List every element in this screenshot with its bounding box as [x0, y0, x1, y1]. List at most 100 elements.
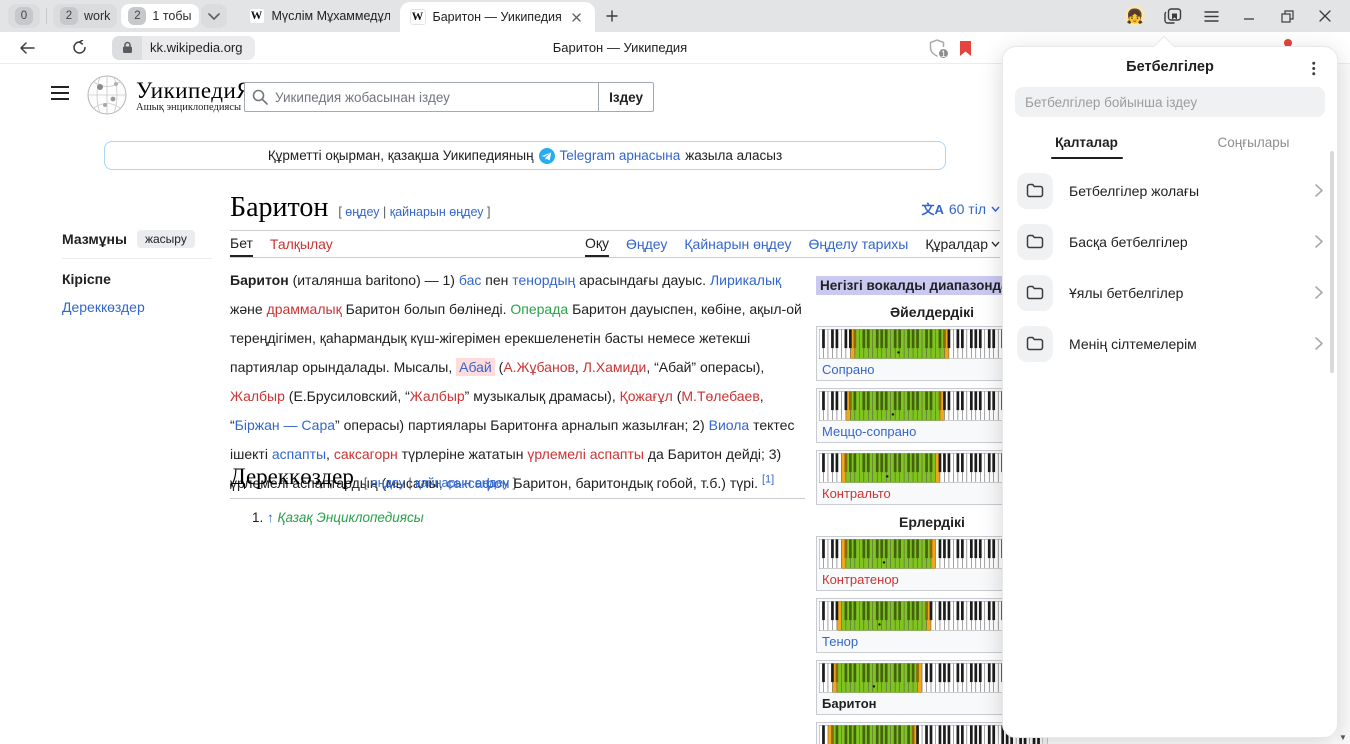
article-link[interactable]: Жалбыр — [230, 388, 285, 404]
article-text: түрлеріне жататын — [398, 446, 528, 462]
article-link[interactable]: Қожағұл — [620, 388, 673, 404]
toc-hide-button[interactable]: жасыру — [137, 230, 195, 248]
wiki-logo[interactable]: УикипедиЯ Ашық энциклопедиясы — [86, 74, 252, 116]
voice-link-Контральто[interactable]: Контральто — [822, 486, 891, 501]
folder-row-Ұялы бетбелгілер[interactable]: Ұялы бетбелгілер — [1003, 267, 1337, 318]
site-security-button[interactable] — [112, 36, 142, 60]
article-link[interactable]: Абай — [456, 358, 495, 376]
article-link[interactable]: Біржан — Сара — [235, 417, 335, 433]
article-link[interactable]: драммалық — [267, 301, 342, 317]
toc-item-Дереккөздер[interactable]: Дереккөздер — [62, 299, 212, 315]
bracket: [ — [364, 476, 371, 490]
url-text: kk.wikipedia.org — [150, 40, 243, 55]
scroll-down-arrow[interactable]: ▼ — [1339, 733, 1347, 742]
reference-backlink[interactable]: ↑ — [267, 510, 274, 525]
browser-window: 02work21 тобы WМүслім Мұхаммедұлы МаWБар… — [0, 0, 1350, 744]
view-tab-Талқылау[interactable]: Талқылау — [270, 234, 333, 257]
view-tab-Оқу[interactable]: Оқу — [585, 234, 609, 257]
article-link[interactable]: Операда — [510, 301, 568, 317]
tab-group-badge: 0 — [15, 7, 33, 25]
view-tab-Құралдар[interactable]: Құралдар — [925, 234, 1000, 257]
language-button[interactable]: 文A 60 тіл — [921, 199, 1000, 218]
browser-menu-button[interactable] — [1196, 3, 1226, 29]
panel-scrollbar-thumb[interactable] — [1330, 151, 1334, 373]
article-link[interactable]: аспапты — [272, 446, 326, 462]
folder-label: Менің сілтемелерім — [1069, 336, 1315, 352]
bookmarks-tab-Қалталар[interactable]: Қалталар — [1003, 127, 1170, 159]
restore-button[interactable] — [1272, 3, 1302, 29]
folder-row-Бетбелгілер жолағы[interactable]: Бетбелгілер жолағы — [1003, 165, 1337, 216]
folder-row-Менің сілтемелерім[interactable]: Менің сілтемелерім — [1003, 318, 1337, 369]
article-link[interactable]: тенордың — [512, 272, 575, 288]
voice-link-Тенор[interactable]: Тенор — [822, 634, 858, 649]
bookmarks-menu-button[interactable] — [1303, 57, 1325, 79]
voice-link-Меццо-сопрано[interactable]: Меццо-сопрано — [822, 424, 916, 439]
article-link[interactable]: үрлемелі аспапты — [527, 446, 644, 462]
bookmarks-panel-title: Бетбелгілер — [1126, 59, 1214, 75]
article-link[interactable]: саксагорн — [334, 446, 398, 462]
wiki-menu-button[interactable] — [50, 86, 70, 100]
wiki-search-input[interactable] — [244, 82, 598, 112]
article-text: , “Абай” операсы), — [646, 359, 764, 375]
bookmark-flag-button[interactable] — [959, 40, 972, 57]
telegram-channel-link[interactable]: Telegram арнасына — [560, 148, 681, 163]
tab-group-1 тобы[interactable]: 21 тобы — [121, 4, 198, 28]
bracket: ] — [509, 476, 516, 490]
article-link[interactable]: бас — [459, 272, 481, 288]
voice-link-Сопрано[interactable]: Сопрано — [822, 362, 875, 377]
tab-group-chevron-button[interactable] — [201, 4, 227, 28]
view-tab-Бет[interactable]: Бет — [230, 234, 253, 257]
view-tab-Өңдеу[interactable]: Өңдеу — [626, 234, 667, 257]
article-link[interactable]: А.Жұбанов — [503, 359, 575, 375]
tab-strip: 02work21 тобы WМүслім Мұхаммедұлы МаWБар… — [0, 0, 1350, 32]
wikipedia-favicon: W — [410, 9, 426, 25]
bookmarks-folder-list: Бетбелгілер жолағыБасқа бетбелгілерҰялы … — [1003, 165, 1337, 369]
url-field[interactable]: kk.wikipedia.org — [142, 36, 255, 60]
bookmarks-panel-icon[interactable] — [1158, 3, 1188, 29]
folder-row-Басқа бетбелгілер[interactable]: Басқа бетбелгілер — [1003, 216, 1337, 267]
tab-group-0[interactable]: 0 — [8, 4, 40, 28]
edit-link[interactable]: өңдеу — [371, 476, 405, 490]
bookmarks-search-input[interactable] — [1015, 95, 1325, 110]
reference-link[interactable]: Қазақ Энциклопедиясы — [278, 510, 424, 525]
wiki-search: Іздеу — [244, 82, 654, 112]
profile-avatar[interactable]: 👧 — [1120, 3, 1150, 29]
edit-link[interactable]: қайнарын өңдеу — [390, 205, 484, 219]
bracket: | — [405, 476, 415, 490]
toc-item-Кіріспе[interactable]: Кіріспе — [62, 271, 212, 287]
page-scrollbar[interactable]: ▼ — [1337, 64, 1350, 744]
tab-title: Баритон — Уикипедия — [433, 10, 562, 24]
bookmarks-panel: Бетбелгілер ҚалталарСоңғылары Бетбелгіле… — [1002, 46, 1338, 738]
new-tab-button[interactable] — [599, 3, 625, 29]
browser-tab[interactable]: W Баритон — Уикипедия — [400, 2, 595, 32]
voice-link-Контратенор[interactable]: Контратенор — [822, 572, 899, 587]
tab-group-work[interactable]: 2work — [53, 4, 117, 28]
view-tab-Өңделу тарихы[interactable]: Өңделу тарихы — [808, 234, 908, 257]
article-link[interactable]: Жалбыр — [410, 388, 465, 404]
article-link[interactable]: Виола — [709, 417, 750, 433]
bookmarks-tab-Соңғылары[interactable]: Соңғылары — [1170, 127, 1337, 159]
wiki-search-button[interactable]: Іздеу — [598, 82, 654, 112]
article-link[interactable]: Лирикалық — [710, 272, 781, 288]
minimize-button[interactable] — [1234, 3, 1264, 29]
bookmark-flag-icon — [959, 40, 972, 57]
close-window-button[interactable] — [1310, 3, 1340, 29]
wikipedia-favicon: W — [249, 8, 265, 24]
bookmarks-search — [1015, 87, 1325, 117]
edit-link[interactable]: қайнарын өңдеу — [415, 476, 509, 490]
article-link[interactable]: М.Төлебаев — [681, 388, 759, 404]
article-link[interactable]: Л.Хамиди — [583, 359, 647, 375]
tab-close-button[interactable] — [569, 9, 585, 25]
chevron-right-icon — [1315, 184, 1323, 197]
wikipedia-globe-icon — [86, 74, 128, 116]
reload-button[interactable] — [64, 35, 94, 61]
bookmarks-tabs: ҚалталарСоңғылары — [1003, 127, 1337, 159]
protect-shield-button[interactable]: 1 — [929, 39, 945, 57]
browser-tab[interactable]: WМүслім Мұхаммедұлы Ма — [239, 0, 400, 32]
bracket: ] — [484, 205, 491, 219]
toc-title: Мазмұны — [62, 231, 127, 247]
back-button[interactable] — [12, 35, 42, 61]
view-tab-Қайнарын өңдеу[interactable]: Қайнарын өңдеу — [684, 234, 791, 257]
edit-link[interactable]: өңдеу — [345, 205, 379, 219]
language-count: 60 тіл — [949, 201, 986, 217]
